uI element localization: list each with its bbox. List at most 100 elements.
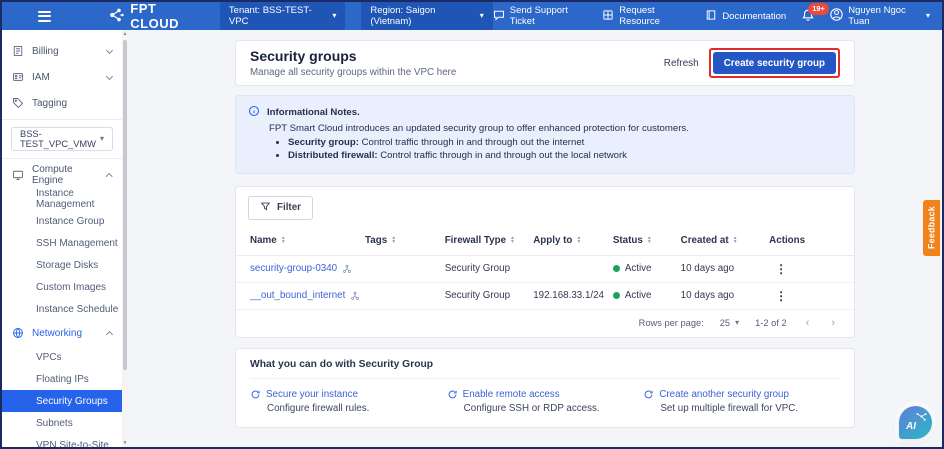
monitor-icon [12,169,24,181]
sidebar-item-floating-ips[interactable]: Floating IPs [2,368,122,390]
rows-per-page-select[interactable]: 25 ▾ [720,318,739,328]
tag-icon [12,97,24,109]
region-selector[interactable]: Region: Saigon (Vietnam) ▾ [361,1,492,31]
column-header-name[interactable]: Name▲▼ [250,235,365,246]
sidebar-item-instance-management[interactable]: Instance Management [2,188,122,210]
fpt-cloud-logo: FPT CLOUD [109,1,204,31]
notifications-button[interactable]: 19+ [801,8,815,25]
sidebar-item-vpcs[interactable]: VPCs [2,346,122,368]
security-group-link[interactable]: security-group-0340 [250,263,365,274]
column-header-created-at[interactable]: Created at▲▼ [681,235,770,246]
funnel-icon [260,201,271,215]
filter-button[interactable]: Filter [248,196,313,220]
chevron-down-icon [106,72,113,79]
what-you-can-do-card: What you can do with Security Group Secu… [235,348,855,428]
scroll-down-icon[interactable]: ▼ [123,439,128,447]
create-another-security-group-link[interactable]: Create another security group [643,389,840,400]
sort-icon: ▲▼ [510,236,515,245]
column-header-firewall-type[interactable]: Firewall Type▲▼ [445,235,534,246]
vpc-selector[interactable]: BSS-TEST_VPC_VMW ▾ [11,127,113,151]
cell-firewall-type: Security Group [445,290,534,301]
chevron-down-icon: ▾ [100,135,104,143]
ai-label: AI [906,421,916,432]
app-window: FPT CLOUD Tenant: BSS-TEST-VPC ▾ Region:… [0,0,944,449]
status-dot [613,265,620,272]
sort-icon: ▲▼ [733,236,738,245]
top-bar: FPT CLOUD Tenant: BSS-TEST-VPC ▾ Region:… [2,2,942,30]
previous-page-button[interactable]: ‹ [803,317,813,329]
chevron-up-icon [106,331,113,338]
topology-icon [342,264,352,274]
sort-icon: ▲▼ [576,236,581,245]
row-actions-menu[interactable]: ⋮ [769,289,840,303]
create-security-group-button[interactable]: Create security group [713,52,836,74]
sort-icon: ▲▼ [647,236,652,245]
row-actions-menu[interactable]: ⋮ [769,262,840,276]
redo-icon [643,389,654,400]
cell-apply-to: 192.168.33.1/24 [533,290,613,301]
sidebar-item-ssh-management[interactable]: SSH Management [2,232,122,254]
column-header-actions: Actions [769,235,840,246]
scroll-up-icon[interactable]: ▲ [123,30,128,38]
user-menu[interactable]: Nguyen Ngoc Tuan ▾ [830,5,930,27]
region-label: Region: Saigon (Vietnam) [370,5,472,27]
next-page-button[interactable]: › [828,317,838,329]
sidebar-item-security-groups[interactable]: Security Groups [2,390,122,412]
column-header-tags[interactable]: Tags▲▼ [365,235,445,246]
footer-item-description: Set up multiple firewall for VPC. [660,403,840,414]
sidebar-item-instance-schedule[interactable]: Instance Schedule [2,298,122,320]
sidebar-item-tagging[interactable]: Tagging [2,90,122,116]
table-header-row: Name▲▼ Tags▲▼ Firewall Type▲▼ Apply to▲▼… [236,226,854,256]
sidebar-item-custom-images[interactable]: Custom Images [2,276,122,298]
red-annotation-box: Create security group [709,48,840,78]
refresh-button[interactable]: Refresh [664,58,699,69]
table-row: __out_bound_internet Security Group 192.… [236,283,854,310]
chevron-down-icon: ▾ [926,12,930,20]
page-subtitle: Manage all security groups within the VP… [250,67,456,78]
chat-icon [493,9,505,24]
page-title: Security groups [250,48,456,64]
sidebar-item-billing[interactable]: Billing [2,38,122,64]
sidebar-item-instance-group[interactable]: Instance Group [2,210,122,232]
billing-icon [12,45,24,57]
book-icon [705,9,717,24]
chevron-down-icon: ▾ [735,319,739,327]
sidebar-item-storage-disks[interactable]: Storage Disks [2,254,122,276]
sidebar-section-networking[interactable]: Networking [2,320,122,346]
info-bullet: Security group: Control traffic through … [288,137,842,148]
feedback-tab[interactable]: Feedback [923,200,940,256]
user-name: Nguyen Ngoc Tuan [848,5,921,27]
security-groups-table-card: Filter Name▲▼ Tags▲▼ Firewall Type▲▼ App… [235,186,855,338]
sidebar-section-compute-engine[interactable]: Compute Engine [2,162,122,188]
chevron-down-icon [106,46,113,53]
tenant-label: Tenant: BSS-TEST-VPC [229,5,325,27]
rows-per-page-label: Rows per page: [639,318,704,328]
security-group-link[interactable]: __out_bound_internet [250,290,365,301]
column-header-status[interactable]: Status▲▼ [613,235,681,246]
secure-your-instance-link[interactable]: Secure your instance [250,389,447,400]
cell-created-at: 10 days ago [681,290,770,301]
scrollbar-thumb[interactable] [123,40,127,370]
sidebar-item-vpn-site-to-site[interactable]: VPN Site-to-Site [2,434,122,447]
globe-icon [12,327,24,339]
ai-assistant-button[interactable]: AI [899,406,932,439]
cell-status: Active [613,290,681,301]
redo-icon [447,389,458,400]
documentation-link[interactable]: Documentation [705,9,786,24]
pagination: Rows per page: 25 ▾ 1-2 of 2 ‹ › [236,310,854,337]
column-header-apply-to[interactable]: Apply to▲▼ [533,235,613,246]
sidebar-item-subnets[interactable]: Subnets [2,412,122,434]
tenant-selector[interactable]: Tenant: BSS-TEST-VPC ▾ [220,1,345,31]
menu-icon[interactable] [38,8,51,24]
redo-icon [250,389,261,400]
request-resource-link[interactable]: Request Resource [602,5,690,27]
topology-icon [350,291,360,301]
status-dot [613,292,620,299]
logo-text: FPT CLOUD [130,1,204,31]
sidebar-item-iam[interactable]: IAM [2,64,122,90]
info-bullet: Distributed firewall: Control traffic th… [288,150,842,161]
chevron-down-icon: ▾ [332,12,336,20]
send-support-ticket-link[interactable]: Send Support Ticket [493,5,587,27]
informational-notes: Informational Notes. FPT Smart Cloud int… [235,95,855,174]
enable-remote-access-link[interactable]: Enable remote access [447,389,644,400]
